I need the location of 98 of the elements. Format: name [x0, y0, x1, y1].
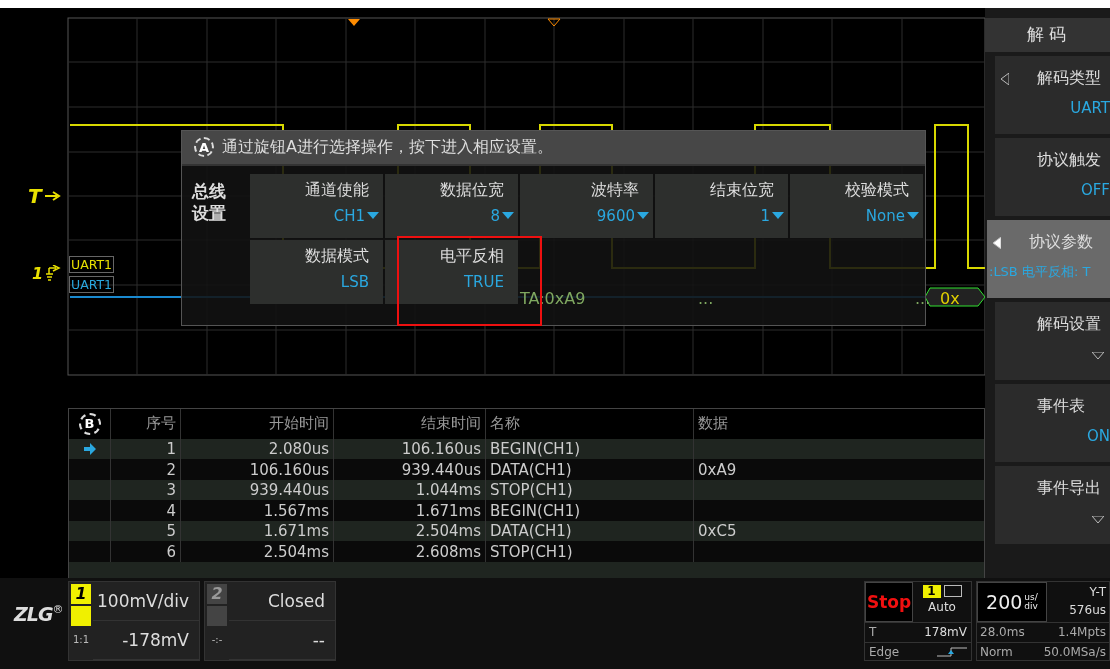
table-cell: DATA(CH1) — [490, 460, 572, 479]
table-cell: 1 — [166, 440, 176, 458]
table-cell: 106.160us — [249, 460, 329, 479]
trigger-label: T — [869, 625, 877, 640]
left-arrow-icon — [1001, 72, 1009, 85]
table-row[interactable]: 6 2.504ms 2.608ms STOP(CH1) — [69, 541, 984, 562]
section-label: 设置 — [192, 201, 227, 224]
table-cell: 1.671ms — [263, 522, 329, 540]
bus-label: 0x — [940, 288, 960, 308]
menu-item[interactable]: 解码设置 — [995, 301, 1110, 380]
bus-tag: UART1 — [69, 275, 115, 293]
knob-icon: B — [78, 412, 101, 435]
coupling-icon — [71, 605, 91, 626]
vertical-offset: -178mV — [93, 620, 199, 660]
table-cell: 1.567ms — [263, 501, 329, 520]
trigger-type: Edge — [869, 645, 900, 660]
table-cell: 106.160us — [401, 440, 481, 458]
probe-ratio: -:- — [211, 633, 223, 645]
vertical-offset: -- — [229, 620, 335, 660]
channel-badge: 2 — [207, 583, 227, 604]
table-cell: 2 — [166, 460, 176, 479]
logo: ZLG — [14, 602, 53, 625]
coupling-icon — [943, 584, 962, 597]
knob-icon: A — [194, 137, 214, 158]
table-cell: 1.044ms — [415, 481, 481, 499]
registered-mark: ® — [52, 602, 64, 616]
table-cell: 4 — [166, 501, 176, 520]
column-header: 名称 — [486, 408, 694, 439]
table-cell: 0xC5 — [698, 522, 737, 540]
table-cell: 2.608ms — [415, 542, 481, 561]
trigger-mode: Auto — [928, 599, 956, 614]
table-cell: 2.504ms — [263, 542, 329, 561]
table-cell: 6 — [166, 542, 176, 561]
section-label: 总线 — [192, 179, 227, 202]
table-cell: BEGIN(CH1) — [490, 440, 581, 458]
bus-label: ... — [698, 288, 714, 308]
table-row[interactable]: 4 1.567ms 1.671ms BEGIN(CH1) — [69, 500, 984, 521]
down-arrow-icon — [1092, 351, 1104, 359]
table-cell: BEGIN(CH1) — [490, 501, 581, 520]
down-arrow-icon — [1092, 515, 1104, 523]
table-cell: DATA(CH1) — [490, 522, 572, 540]
menu-item[interactable]: 解码类型 UART — [995, 55, 1110, 134]
bus-label: ... — [915, 288, 931, 308]
delay-marker[interactable] — [547, 18, 561, 27]
acquisition-mode: Norm — [980, 645, 1013, 660]
setting-button[interactable]: 数据模式 LSB — [250, 239, 383, 304]
rising-edge-icon — [937, 647, 967, 658]
setting-button[interactable]: 数据位宽 8 — [385, 173, 518, 238]
channel-panel[interactable]: 2 -:- Closed -- — [204, 580, 336, 661]
setting-button[interactable]: 通道使能 CH1 — [250, 173, 383, 238]
table-cell: 2.504ms — [415, 522, 481, 540]
channel-marker: 1 — [32, 263, 44, 283]
time-span: 28.0ms — [980, 625, 1025, 640]
column-header: 序号 — [111, 408, 181, 439]
table-cell: 5 — [166, 522, 176, 540]
trigger-marker: T — [28, 183, 42, 208]
table-row[interactable]: 3 939.440us 1.044ms STOP(CH1) — [69, 479, 984, 501]
menu-item[interactable]: 协议参数 :LSB 电平反相: T — [987, 219, 1110, 298]
table-cell: 0xA9 — [698, 460, 737, 479]
display-mode: Y-T — [1089, 584, 1106, 599]
setting-button[interactable]: 波特率 9600 — [520, 173, 653, 238]
memory-depth: 1.4Mpts — [1058, 625, 1106, 640]
column-header: 开始时间 — [181, 408, 334, 439]
table-row[interactable]: 1 2.080us 106.160us BEGIN(CH1) — [69, 438, 984, 460]
menu-item[interactable]: 协议触发 OFF — [995, 137, 1110, 216]
trigger-level: 178mV — [924, 625, 967, 640]
left-arrow-icon — [993, 236, 1001, 249]
table-cell: STOP(CH1) — [490, 481, 573, 499]
table-row[interactable]: 2 106.160us 939.440us DATA(CH1) 0xA9 — [69, 459, 984, 480]
popup-hint: 通过旋钮A进行选择操作，按下进入相应设置。 — [222, 136, 553, 158]
menu-title: 解 码 — [985, 17, 1110, 52]
run-state[interactable]: Stop — [865, 581, 913, 622]
vertical-scale: Closed — [229, 581, 335, 621]
bus-tag: UART1 — [69, 255, 115, 273]
trigger-position-marker[interactable] — [348, 18, 360, 26]
setting-button[interactable]: 电平反相 TRUE — [385, 239, 518, 304]
vertical-scale: 100mV/div — [93, 581, 199, 621]
channel-badge: 1 — [71, 583, 91, 604]
menu-item[interactable]: 事件导出 — [995, 465, 1110, 544]
table-cell: 939.440us — [401, 460, 481, 479]
trigger-source: 1 — [922, 584, 941, 598]
column-header: 数据 — [697, 413, 729, 435]
right-arrow-icon — [44, 190, 61, 201]
sample-rate: 50.0MSa/s — [1043, 645, 1106, 660]
probe-ratio: 1:1 — [72, 633, 90, 645]
table-cell: 939.440us — [249, 481, 329, 499]
menu-item[interactable]: 事件表 ON — [995, 383, 1110, 462]
table-cell: 1.671ms — [415, 501, 481, 520]
table-cell: 2.080us — [268, 440, 329, 458]
channel-panel[interactable]: 1 1:1 100mV/div -178mV — [68, 580, 200, 661]
table-row[interactable]: 5 1.671ms 2.504ms DATA(CH1) 0xC5 — [69, 520, 984, 542]
table-cell: STOP(CH1) — [490, 542, 573, 561]
horizontal-delay: 576us — [1069, 602, 1106, 617]
column-header: 结束时间 — [334, 408, 486, 439]
table-cell: 3 — [166, 481, 176, 499]
setting-button[interactable]: 结束位宽 1 — [655, 173, 788, 238]
coupling-icon — [207, 605, 227, 626]
setting-button[interactable]: 校验模式 None — [790, 173, 923, 238]
